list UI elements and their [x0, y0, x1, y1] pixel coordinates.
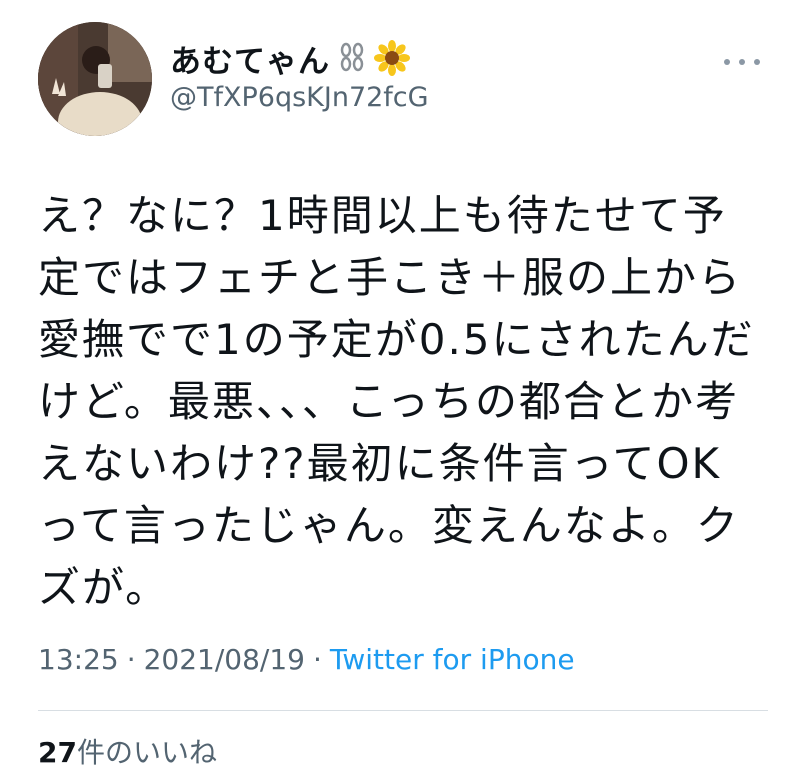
sunflower-icon	[374, 40, 410, 76]
chain-icon	[334, 40, 370, 76]
meta-separator: ·	[126, 643, 136, 676]
likes-count: 27	[38, 736, 77, 769]
tweet-source-link[interactable]: Twitter for iPhone	[330, 643, 575, 676]
meta-separator: ·	[313, 643, 322, 676]
more-dot-icon	[754, 59, 760, 65]
tweet-text: え？なに？1時間以上も待たせて予 定ではフェチと手こき＋服の上から 愛撫でで1の…	[38, 191, 755, 612]
more-dot-icon	[724, 59, 730, 65]
name-row: あむてゃん	[170, 36, 410, 80]
likes-label: 件のいいね	[76, 736, 217, 769]
divider	[38, 710, 768, 711]
display-name[interactable]: あむてゃん	[170, 36, 330, 81]
avatar-photo	[38, 22, 152, 136]
user-handle[interactable]: @TfXP6qsKJn72fcG	[170, 82, 429, 113]
more-dot-icon	[739, 59, 745, 65]
tweet-meta: 13:25 · 2021/08/19 · Twitter for iPhone	[38, 643, 575, 676]
tweet-time[interactable]: 13:25	[38, 643, 119, 676]
avatar[interactable]	[38, 22, 152, 136]
tweet-date[interactable]: 2021/08/19	[144, 643, 305, 676]
likes-link[interactable]: 27件のいいね	[38, 731, 217, 771]
more-options-button[interactable]	[724, 52, 760, 72]
